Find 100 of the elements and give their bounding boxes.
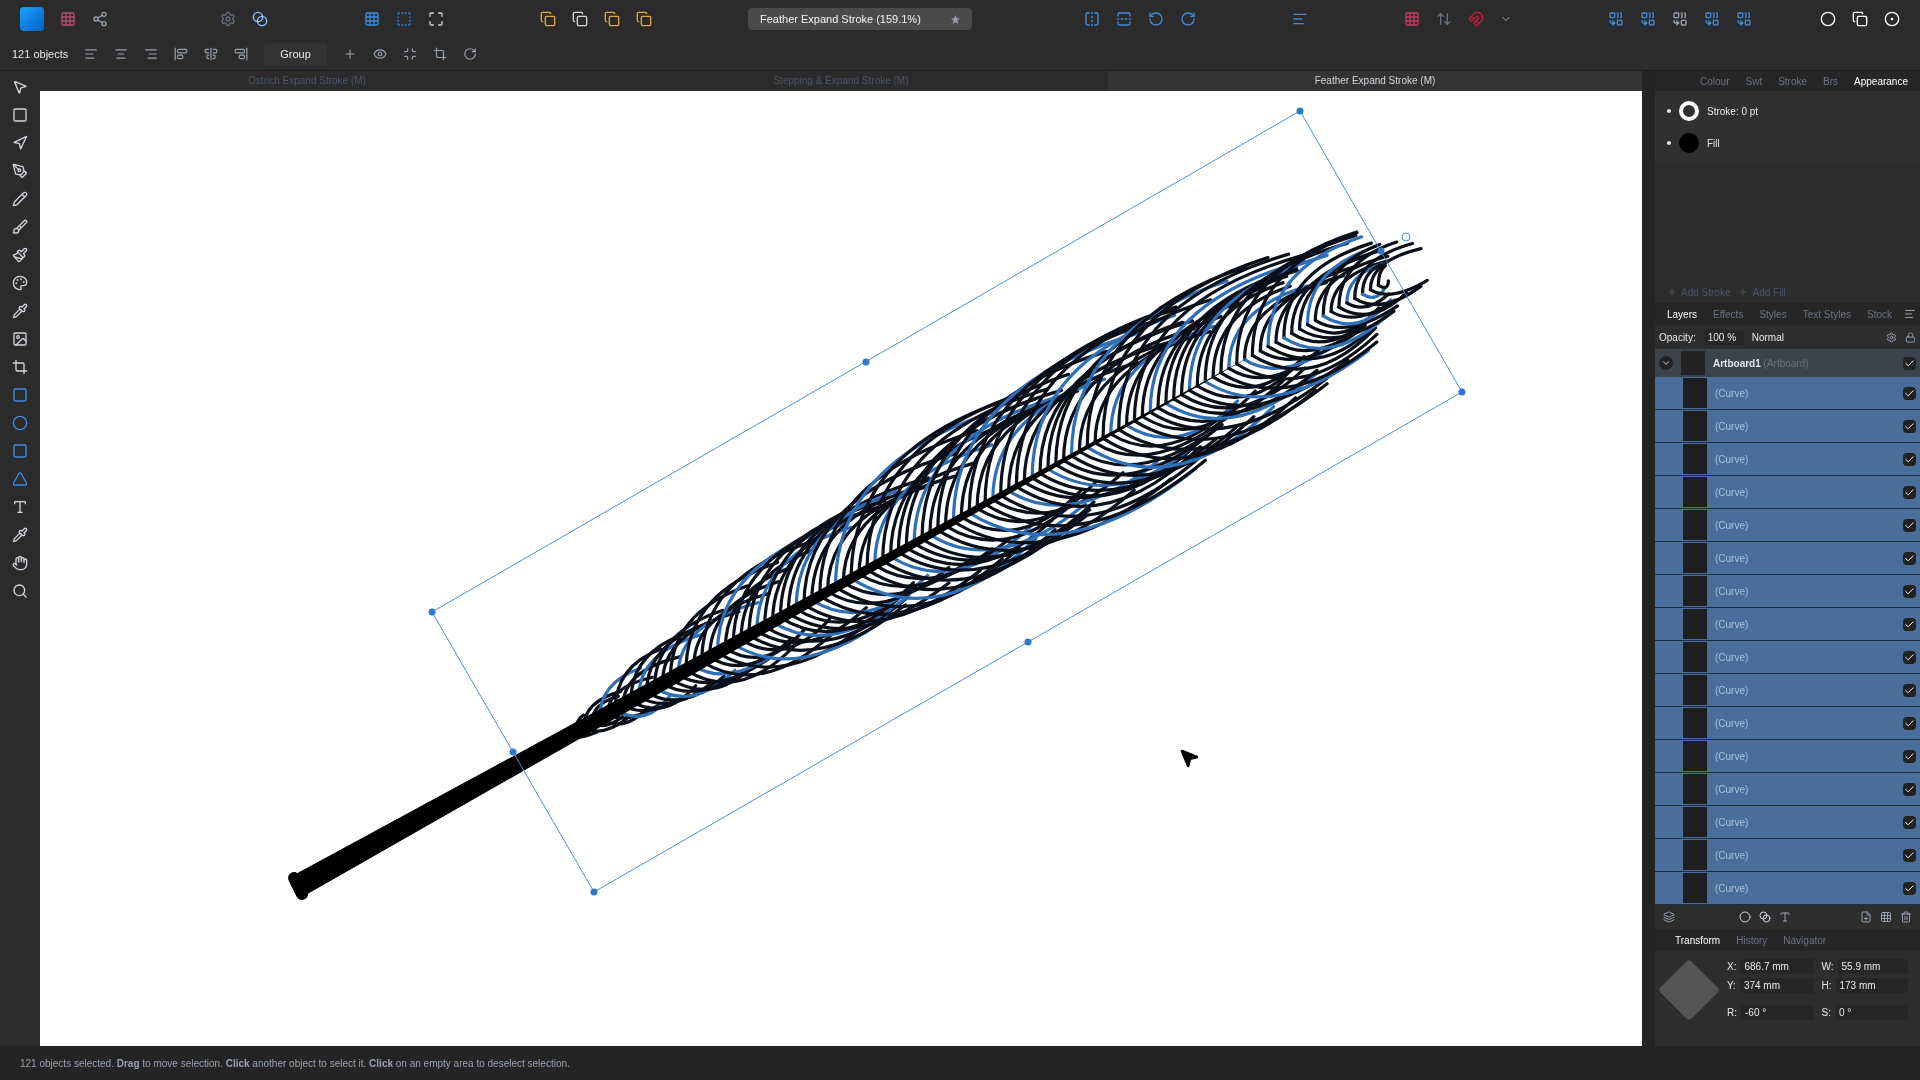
combine-icon[interactable] [1608, 11, 1624, 27]
rounded-rectangle-icon[interactable] [12, 443, 28, 459]
trash-icon[interactable] [1900, 911, 1912, 923]
layers-tab[interactable]: Text Styles [1794, 306, 1859, 322]
layers-tab[interactable]: Stock [1859, 306, 1900, 322]
panel-tab[interactable]: Stroke [1770, 73, 1816, 89]
layer-row[interactable]: (Curve) [1655, 872, 1920, 905]
crop-icon[interactable] [432, 47, 447, 61]
snap-icon[interactable] [402, 47, 417, 61]
visibility-checkbox[interactable] [1903, 419, 1916, 433]
visibility-checkbox[interactable] [1903, 386, 1916, 400]
gear-icon[interactable] [220, 11, 236, 27]
hand-icon[interactable] [12, 555, 28, 571]
layer-row[interactable]: (Curve) [1655, 575, 1920, 608]
visibility-checkbox[interactable] [1903, 683, 1916, 697]
stack-icon[interactable] [636, 11, 652, 27]
align-left-icon[interactable] [84, 47, 99, 61]
layer-row[interactable]: (Curve) [1655, 476, 1920, 509]
palette-icon[interactable] [12, 275, 28, 291]
blend-mode-dropdown[interactable]: Normal [1751, 329, 1878, 345]
arrow-icon[interactable] [1436, 11, 1452, 27]
stack-icon[interactable] [604, 11, 620, 27]
pen-icon[interactable] [12, 163, 28, 179]
opacity-field[interactable]: 100 % [1703, 329, 1744, 345]
align-right-icon[interactable] [144, 47, 159, 61]
transform-tab[interactable]: History [1728, 932, 1776, 948]
visibility-checkbox[interactable] [1903, 716, 1916, 730]
combine-icon[interactable] [1704, 11, 1720, 27]
triangle-icon[interactable] [12, 471, 28, 487]
layers-tab[interactable]: Layers [1659, 306, 1705, 322]
adjustment-icon[interactable] [1759, 911, 1771, 923]
stack-icon[interactable] [540, 11, 556, 27]
expand-toggle[interactable] [1659, 356, 1673, 370]
layers-tab[interactable]: Styles [1751, 306, 1795, 322]
stack-icon[interactable] [572, 11, 588, 27]
app-logo-icon[interactable] [20, 7, 44, 31]
stack-icon[interactable] [1852, 11, 1868, 27]
layer-row[interactable]: (Curve) [1655, 674, 1920, 707]
rotate-icon[interactable] [462, 47, 477, 61]
ellipse-icon[interactable] [12, 415, 28, 431]
brush-icon[interactable] [12, 219, 28, 235]
align-middle-icon[interactable] [204, 47, 219, 61]
visibility-checkbox[interactable] [1903, 551, 1916, 565]
grid-icon[interactable] [60, 11, 76, 27]
transform-tab[interactable]: Navigator [1775, 932, 1835, 948]
align-top-icon[interactable] [174, 47, 189, 61]
settings-icon[interactable] [1886, 331, 1897, 343]
image-icon[interactable] [12, 331, 28, 347]
visibility-checkbox[interactable] [1903, 584, 1916, 598]
visibility-checkbox[interactable] [1903, 518, 1916, 532]
combine-icon[interactable] [1672, 11, 1688, 27]
rectangle-icon[interactable] [12, 387, 28, 403]
appearance-label[interactable]: Stroke: 0 pt [1707, 103, 1759, 119]
layer-row[interactable]: (Curve) [1655, 542, 1920, 575]
dashed-square-icon[interactable] [396, 11, 412, 27]
align-bottom-icon[interactable] [234, 47, 249, 61]
visibility-checkbox[interactable] [1903, 848, 1916, 862]
pencil-icon[interactable] [12, 191, 28, 207]
selection-box[interactable] [428, 107, 1466, 896]
zoom-icon[interactable] [12, 583, 28, 599]
add-button[interactable]: Add Fill [1738, 284, 1786, 300]
layer-row[interactable]: (Curve) [1655, 641, 1920, 674]
grid-icon[interactable] [1404, 11, 1420, 27]
layer-row[interactable]: (Curve) [1655, 740, 1920, 773]
plus-icon[interactable] [342, 47, 357, 61]
transform-field[interactable]: -60 ° [1741, 1005, 1814, 1020]
panel-tab[interactable]: Appearance [1846, 73, 1916, 89]
transform-field[interactable]: 0 ° [1834, 1005, 1908, 1020]
layer-row[interactable]: (Curve) [1655, 443, 1920, 476]
transform-field[interactable]: 686.7 mm [1740, 959, 1814, 974]
eye-icon[interactable] [372, 47, 387, 61]
visibility-checkbox[interactable] [1903, 617, 1916, 631]
transform-field[interactable]: 55.9 mm [1837, 959, 1908, 974]
menu-icon[interactable] [1904, 308, 1916, 320]
document-tab[interactable]: Feather Expand Stroke (M) [1108, 71, 1642, 91]
rotate-right-icon[interactable] [1180, 11, 1196, 27]
lock-icon[interactable] [1905, 331, 1916, 343]
layer-row[interactable]: (Curve) [1655, 839, 1920, 872]
visibility-checkbox[interactable] [1903, 452, 1916, 466]
flip-horizontal-icon[interactable] [1084, 11, 1100, 27]
rotate-left-icon[interactable] [1148, 11, 1164, 27]
share-icon[interactable] [92, 11, 108, 27]
panel-tab[interactable]: Brs [1815, 73, 1847, 89]
visibility-checkbox[interactable] [1903, 356, 1916, 370]
align-center-icon[interactable] [114, 47, 129, 61]
crop-icon[interactable] [12, 359, 28, 375]
layer-row[interactable]: (Curve) [1655, 773, 1920, 806]
visibility-checkbox[interactable] [1903, 485, 1916, 499]
layer-row[interactable]: (Curve) [1655, 608, 1920, 641]
circle-icon[interactable] [1820, 11, 1836, 27]
paintbrush-icon[interactable] [12, 247, 28, 263]
layer-row[interactable]: (Curve) [1655, 707, 1920, 740]
visibility-checkbox[interactable] [1903, 749, 1916, 763]
align-icon[interactable] [1292, 11, 1308, 27]
checker-icon[interactable] [1880, 911, 1892, 923]
visibility-checkbox[interactable] [1903, 782, 1916, 796]
visibility-checkbox[interactable] [1903, 650, 1916, 664]
panel-tab[interactable]: Colour [1692, 73, 1738, 89]
transform-tab[interactable]: Transform [1667, 932, 1729, 948]
canvas[interactable] [40, 91, 1642, 1046]
